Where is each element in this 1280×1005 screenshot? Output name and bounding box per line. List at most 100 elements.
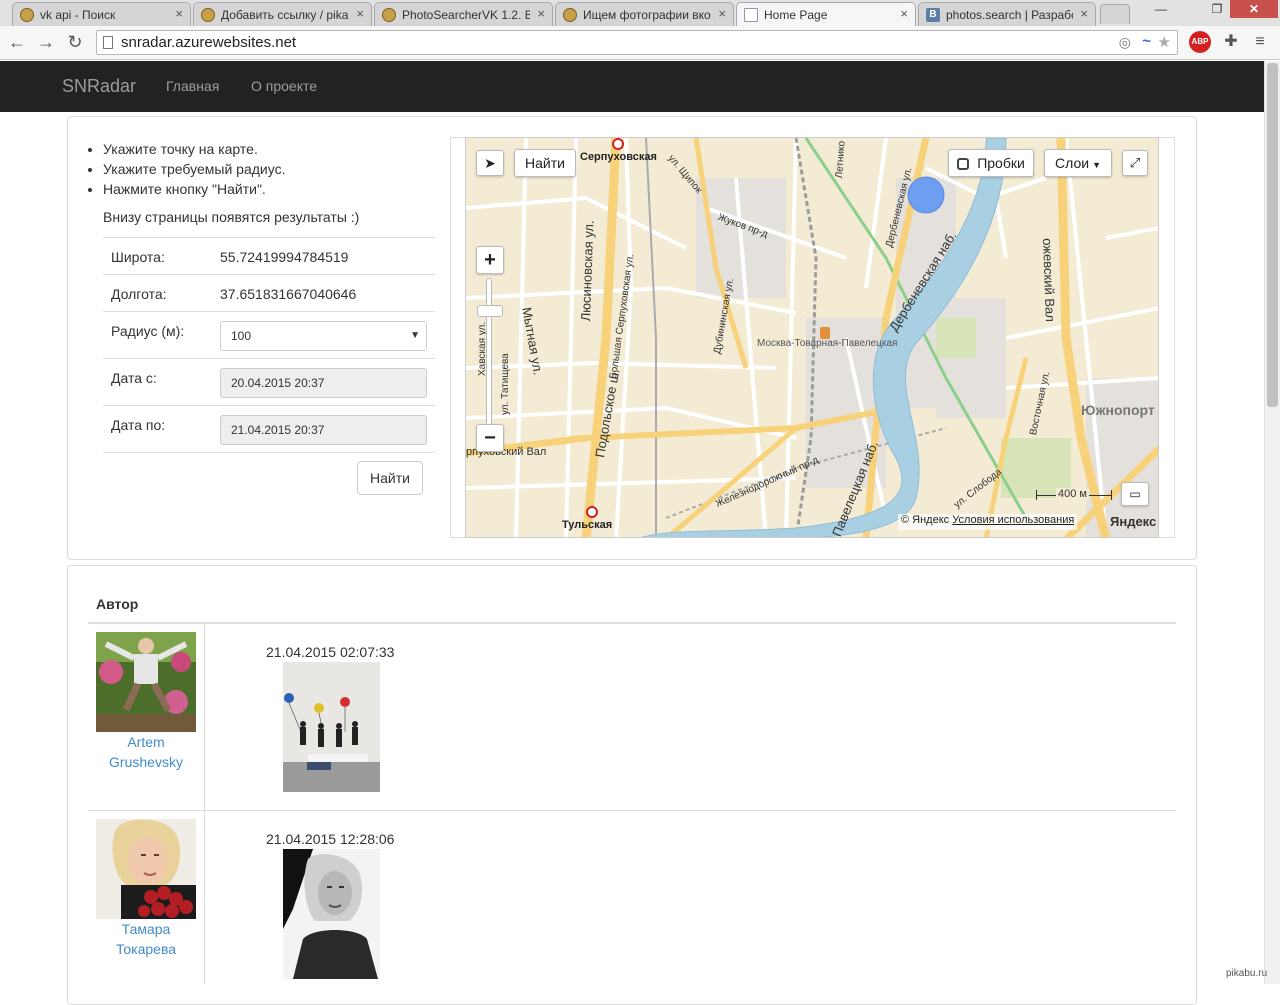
tab-title: Добавить ссылку / pikabu xyxy=(221,8,349,22)
extension-wave-icon[interactable]: ~ xyxy=(1142,33,1151,50)
scrollbar-thumb[interactable] xyxy=(1267,63,1278,407)
terms-link[interactable]: Условия использования xyxy=(952,514,1074,526)
instructions-list: Укажите точку на карте. Укажите требуемы… xyxy=(103,139,285,199)
yandex-logo: Яндекс xyxy=(1110,514,1157,529)
latitude-label: Широта: xyxy=(111,249,165,265)
district-label: Южнопорт xyxy=(1081,402,1155,418)
menu-icon[interactable]: ≡ xyxy=(1250,32,1270,52)
browser-tab[interactable]: Ищем фотографии вконтакте × xyxy=(555,2,734,26)
nav-link-home[interactable]: Главная xyxy=(166,78,219,94)
close-icon[interactable]: × xyxy=(175,7,183,21)
tab-title: Home Page xyxy=(764,8,828,22)
close-icon[interactable]: × xyxy=(537,7,545,21)
page-icon xyxy=(103,36,113,49)
date-from-row: Дата с: 20.04.2015 20:37 xyxy=(103,358,435,405)
results-header-divider xyxy=(88,622,1176,624)
photo-date: 21.04.2015 12:28:06 xyxy=(266,831,395,847)
photo-image xyxy=(283,662,380,792)
avatar[interactable] xyxy=(96,632,196,732)
metro-label: Серпуховская xyxy=(580,151,657,163)
browser-tab[interactable]: Добавить ссылку / pikabu × xyxy=(193,2,372,26)
results-row-divider xyxy=(88,810,1176,811)
zoom-slider-track[interactable] xyxy=(486,278,492,428)
close-icon[interactable]: × xyxy=(356,7,364,21)
date-to-row: Дата по: 21.04.2015 20:37 xyxy=(103,405,435,453)
chevron-down-icon: ▼ xyxy=(410,330,420,341)
author-name-link[interactable]: Artem Grushevsky xyxy=(96,732,196,772)
longitude-label: Долгота: xyxy=(111,286,167,302)
pikabu-icon xyxy=(563,8,577,22)
traffic-icon xyxy=(957,158,970,171)
street-label: ожевский Вал xyxy=(1040,238,1058,323)
browser-tab-active[interactable]: Home Page × xyxy=(736,2,916,26)
close-icon[interactable]: × xyxy=(718,7,726,21)
puzzle-icon[interactable]: ✚ xyxy=(1221,32,1241,52)
avatar[interactable] xyxy=(96,819,196,919)
fullscreen-icon[interactable]: ⤢ xyxy=(1122,150,1148,176)
latitude-row: Широта: 55.72419994784519 xyxy=(103,237,435,274)
forward-icon[interactable]: → xyxy=(35,31,57,53)
pikabu-icon xyxy=(382,8,396,22)
longitude-value: 37.651831667040646 xyxy=(220,286,357,302)
browser-tab[interactable]: PhotoSearcherVK 1.2. B × xyxy=(374,2,553,26)
window-close-icon[interactable]: ✕ xyxy=(1230,0,1278,18)
brand-link[interactable]: SNRadar xyxy=(62,76,136,97)
date-to-field[interactable]: 21.04.2015 20:37 xyxy=(220,415,427,445)
adblock-icon[interactable]: ABP xyxy=(1189,31,1211,53)
results-author-header: Автор xyxy=(96,596,139,612)
results-note: Внизу страницы появятся результаты :) xyxy=(103,209,360,225)
metro-label: Тульская xyxy=(562,519,613,531)
vk-icon: B xyxy=(926,8,940,22)
geolocation-icon[interactable]: ➤ xyxy=(476,150,504,176)
photo-thumbnail[interactable] xyxy=(283,849,380,979)
photo-date: 21.04.2015 02:07:33 xyxy=(266,644,395,660)
new-tab-button[interactable] xyxy=(1100,4,1130,24)
zoom-slider-handle[interactable] xyxy=(477,305,503,317)
nav-link-about[interactable]: О проекте xyxy=(251,78,317,94)
photo-image xyxy=(283,849,380,979)
pikabu-icon xyxy=(20,8,34,22)
close-icon[interactable]: × xyxy=(1080,7,1088,21)
date-from-field[interactable]: 20.04.2015 20:37 xyxy=(220,368,427,398)
radius-select[interactable]: 100 ▼ xyxy=(220,321,427,351)
zoom-out-button[interactable]: − xyxy=(476,424,504,452)
browser-tab[interactable]: B photos.search | Разработчикам × xyxy=(918,2,1096,26)
instruction-item: Нажмите кнопку "Найти". xyxy=(103,179,285,199)
maximize-icon[interactable]: ❐ xyxy=(1204,0,1230,18)
location-icon[interactable]: ◎ xyxy=(1119,34,1131,51)
browser-toolbar: ← → ↻ snradar.azurewebsites.net ◎ ~ ★ AB… xyxy=(0,26,1280,60)
tab-title: PhotoSearcherVK 1.2. B xyxy=(402,8,530,22)
page-icon xyxy=(744,8,758,22)
street-label: ул. Татищева xyxy=(500,353,511,415)
date-from-label: Дата с: xyxy=(111,370,157,386)
reload-icon[interactable]: ↻ xyxy=(64,31,86,53)
tab-title: photos.search | Разработчикам xyxy=(946,8,1073,22)
back-icon[interactable]: ← xyxy=(6,31,28,53)
author-name-link[interactable]: Тамара Токарева xyxy=(96,919,196,959)
avatar-image xyxy=(96,819,196,919)
tab-title: vk api - Поиск xyxy=(40,8,116,22)
instruction-item: Укажите требуемый радиус. xyxy=(103,159,285,179)
bookmark-star-icon[interactable]: ★ xyxy=(1158,33,1171,51)
minimize-icon[interactable]: — xyxy=(1148,0,1174,18)
traffic-label: Пробки xyxy=(977,155,1025,171)
layers-dropdown[interactable]: Слои ▼ xyxy=(1044,149,1112,177)
map-copyright: © Яндекс Условия использования xyxy=(898,514,1078,530)
avatar-image xyxy=(96,632,196,732)
layers-label: Слои xyxy=(1055,155,1090,171)
map[interactable]: Серпуховская Тульская Москва-Товарная-Па… xyxy=(465,137,1159,538)
scale-bar: 400 м xyxy=(1036,488,1112,502)
traffic-button[interactable]: Пробки xyxy=(948,149,1034,177)
photo-thumbnail[interactable] xyxy=(283,662,380,792)
zoom-in-button[interactable]: + xyxy=(476,246,504,274)
radius-label: Радиус (м): xyxy=(111,323,185,339)
page-scrollbar[interactable] xyxy=(1264,61,1280,984)
pikabu-icon xyxy=(201,8,215,22)
ruler-icon[interactable]: ▭ xyxy=(1121,482,1149,506)
map-search-button[interactable]: Найти xyxy=(514,149,576,177)
find-button[interactable]: Найти xyxy=(357,461,423,495)
address-bar[interactable]: snradar.azurewebsites.net ◎ ~ ★ xyxy=(96,30,1178,55)
date-from-value: 20.04.2015 20:37 xyxy=(231,376,325,390)
close-icon[interactable]: × xyxy=(900,7,908,21)
browser-tab[interactable]: vk api - Поиск × xyxy=(12,2,191,26)
